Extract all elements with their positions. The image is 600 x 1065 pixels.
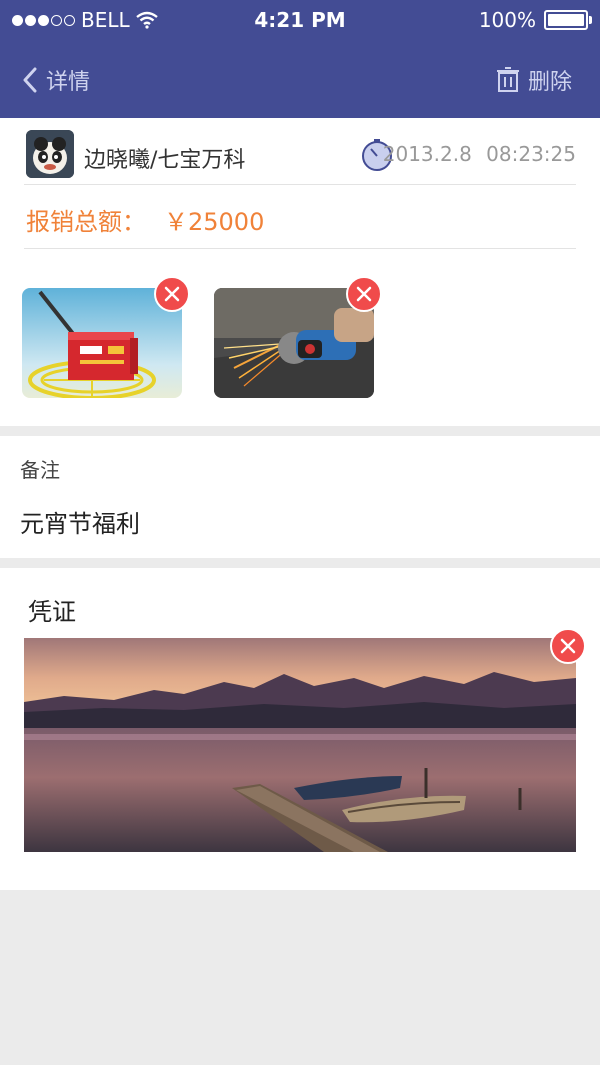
delete-button[interactable]: 删除 bbox=[496, 64, 572, 96]
top-bar: BELL 4:21 PM 100% 详情 删除 bbox=[0, 0, 600, 118]
remark-value: 元宵节福利 bbox=[20, 510, 140, 538]
remove-attachment-button[interactable] bbox=[346, 276, 382, 312]
submission-date: 2013.2.8 bbox=[382, 142, 472, 166]
user-row: 边晓曦/七宝万科 2013.2.8 08:23:25 bbox=[24, 128, 576, 185]
remove-voucher-button[interactable] bbox=[550, 628, 586, 664]
user-name: 边晓曦/七宝万科 bbox=[84, 148, 246, 173]
close-icon bbox=[356, 286, 372, 302]
delete-label: 删除 bbox=[527, 70, 572, 95]
close-icon bbox=[164, 286, 180, 302]
chevron-left-icon bbox=[23, 67, 37, 93]
remark-card: 备注 元宵节福利 bbox=[0, 436, 600, 558]
battery-icon bbox=[544, 10, 592, 30]
total-label: 报销总额： bbox=[26, 208, 146, 236]
voucher-image[interactable] bbox=[24, 638, 576, 852]
submission-datetime: 2013.2.8 08:23:25 bbox=[383, 142, 576, 166]
voucher-card: 凭证 bbox=[0, 568, 600, 890]
back-label: 详情 bbox=[46, 70, 91, 95]
total-row: 报销总额： ￥25000 bbox=[24, 188, 576, 249]
battery-percent: 100% bbox=[478, 8, 536, 32]
remove-attachment-button[interactable] bbox=[154, 276, 190, 312]
expense-card: 边晓曦/七宝万科 2013.2.8 08:23:25 报销总额： ￥25000 bbox=[0, 118, 600, 426]
avatar[interactable] bbox=[26, 130, 74, 178]
back-button[interactable]: 详情 bbox=[22, 64, 90, 96]
trash-icon bbox=[496, 67, 519, 92]
voucher-label: 凭证 bbox=[28, 598, 76, 626]
total-amount: ￥25000 bbox=[164, 208, 265, 236]
navigation-bar: 详情 删除 bbox=[0, 50, 600, 110]
submission-time: 08:23:25 bbox=[486, 142, 576, 166]
status-bar: BELL 4:21 PM 100% bbox=[0, 0, 600, 40]
remark-label: 备注 bbox=[20, 458, 60, 482]
close-icon bbox=[560, 638, 576, 654]
